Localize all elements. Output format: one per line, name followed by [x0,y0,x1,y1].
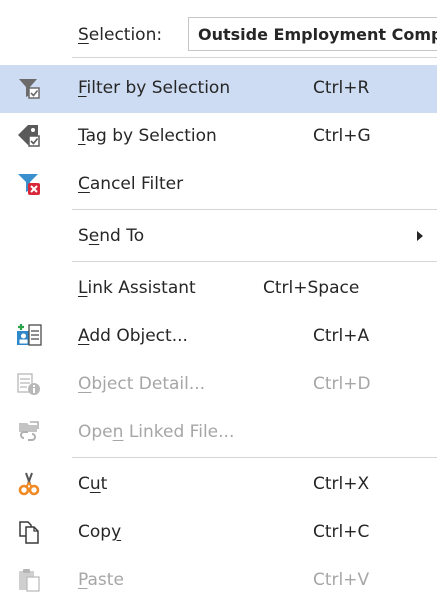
selection-row: Selection: Outside Employment Compensati… [0,17,437,53]
menu-item-add-object[interactable]: Add Object... Ctrl+A [0,313,437,361]
menu-item-shortcut: Ctrl+A [313,326,370,346]
menu-item-label: Cancel Filter [78,174,184,194]
menu-item-open-linked-file: Open Linked File... [0,409,437,457]
filter-by-selection-icon [16,75,42,101]
separator [72,57,437,58]
menu-item-shortcut: Ctrl+X [313,474,370,494]
object-detail-icon [16,371,42,397]
menu-item-object-detail: Object Detail... Ctrl+D [0,361,437,409]
menu-item-label: Object Detail... [78,374,206,394]
tag-by-selection-icon [16,123,42,149]
submenu-arrow-icon [417,231,423,241]
open-linked-file-icon [16,419,42,445]
menu-item-label: Link Assistant [78,278,196,298]
menu-item-label: Paste [78,570,124,590]
separator [72,457,437,458]
menu-item-label: Add Object... [78,326,188,346]
cancel-filter-icon [16,171,42,197]
separator [72,261,437,262]
menu-item-label: Copy [78,522,122,542]
paste-icon [16,567,42,593]
menu-item-shortcut: Ctrl+V [313,570,370,590]
menu-item-label: Open Linked File... [78,422,235,442]
menu-item-copy[interactable]: Copy Ctrl+C [0,509,437,557]
menu-item-link-assistant[interactable]: Link Assistant Ctrl+Space [0,265,437,313]
menu-item-shortcut: Ctrl+C [313,522,370,542]
selection-value-field[interactable]: Outside Employment Compensation [188,17,437,51]
context-menu: Selection: Outside Employment Compensati… [0,0,437,601]
menu-item-paste: Paste Ctrl+V [0,557,437,605]
menu-item-cut[interactable]: Cut Ctrl+X [0,461,437,509]
menu-item-shortcut: Ctrl+D [313,374,371,394]
menu-item-filter-by-selection[interactable]: Filter by Selection Ctrl+R [0,65,437,113]
menu-item-cancel-filter[interactable]: Cancel Filter [0,161,437,209]
menu-item-shortcut: Ctrl+G [313,126,371,146]
menu-item-label: Tag by Selection [78,126,217,146]
menu-item-shortcut: Ctrl+R [313,78,370,98]
selection-label: Selection: [78,25,163,45]
menu-item-label: Cut [78,474,108,494]
menu-item-label: Send To [78,226,145,246]
menu-item-shortcut: Ctrl+Space [263,278,360,298]
copy-icon [16,519,42,545]
separator [72,209,437,210]
cut-icon [16,471,42,497]
menu-item-tag-by-selection[interactable]: Tag by Selection Ctrl+G [0,113,437,161]
menu-item-label: Filter by Selection [78,78,231,98]
menu-item-send-to[interactable]: Send To [0,213,437,261]
add-object-icon [16,323,42,349]
